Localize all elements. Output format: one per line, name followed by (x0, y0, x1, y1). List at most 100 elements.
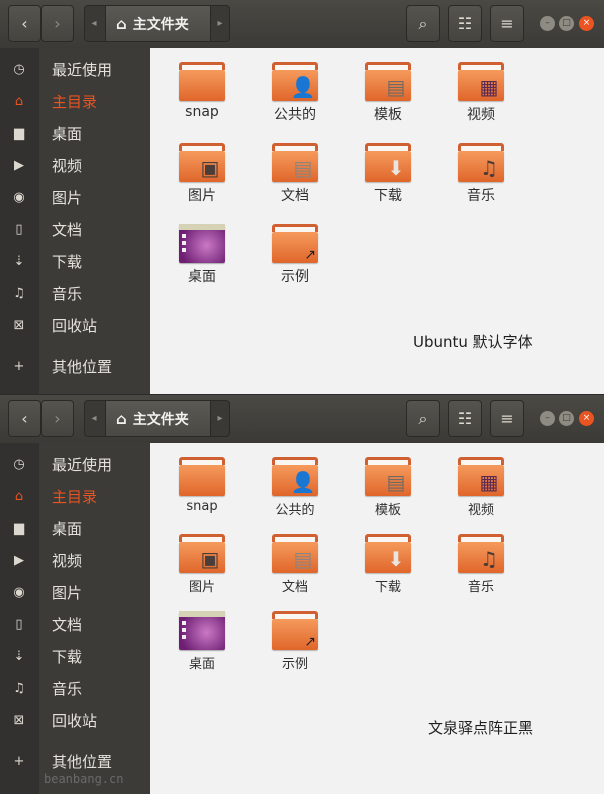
sidebar-item-recent[interactable]: ◷ 最近使用 (0, 53, 150, 85)
menu-button[interactable]: ≡ (490, 400, 524, 437)
view-toggle-button[interactable]: ☷ (448, 5, 482, 42)
folder-item-desktop[interactable]: 桌面 (157, 611, 247, 681)
sidebar-item-label: 桌面 (52, 125, 83, 143)
folder-item-music[interactable]: ♫ 音乐 (436, 143, 526, 213)
path-scroll-right-button[interactable]: ▸ (211, 6, 229, 41)
sidebar-item-label: 最近使用 (52, 61, 113, 79)
back-button[interactable]: ‹ (8, 400, 41, 437)
folder-item-desktop[interactable]: 桌面 (157, 224, 247, 294)
template-emblem-icon: ▤ (386, 75, 406, 99)
hamburger-menu-icon: ≡ (500, 14, 514, 33)
folder-item-examples[interactable]: ↗ 示例 (250, 224, 340, 294)
folder-item-pictures[interactable]: ▣ 图片 (157, 534, 247, 604)
sidebar: ◷ 最近使用 ⌂ 主目录 ▆ 桌面 ▶ 视频 ◉ 图片 ▯ 文档 ⇣ 下载 ♫ 音乐 ⊠ 回收站 … (0, 48, 150, 394)
film-emblem-icon: ▦ (479, 470, 499, 494)
folder-item-downloads[interactable]: ⬇ 下载 (343, 534, 433, 604)
watermark: beanbang.cn (44, 772, 124, 786)
sidebar-item-documents[interactable]: ▯ 文档 (0, 213, 150, 245)
sidebar-item-pictures[interactable]: ◉ 图片 (0, 181, 150, 213)
folder-item-pictures[interactable]: ▣ 图片 (157, 143, 247, 213)
folder-icon (179, 457, 225, 497)
folder-downloads-icon: ⬇ (365, 534, 411, 574)
folder-item-examples[interactable]: ↗ 示例 (250, 611, 340, 681)
folder-name: 桌面 (188, 269, 216, 285)
maximize-button[interactable]: □ (559, 16, 574, 31)
document-emblem-icon: ▤ (293, 156, 313, 180)
hamburger-menu-icon: ≡ (500, 409, 514, 428)
sidebar-item-trash[interactable]: ⊠ 回收站 (0, 704, 150, 736)
folder-item-snap[interactable]: snap (157, 457, 247, 527)
sidebar-item-downloads[interactable]: ⇣ 下载 (0, 245, 150, 277)
sidebar-item-home[interactable]: ⌂ 主目录 (0, 480, 150, 512)
sidebar-item-label: 主目录 (52, 488, 98, 506)
sidebar-item-documents[interactable]: ▯ 文档 (0, 608, 150, 640)
sidebar-item-downloads[interactable]: ⇣ 下载 (0, 640, 150, 672)
sidebar-item-other-locations[interactable]: + 其他位置 (0, 350, 150, 382)
home-icon: ⌂ (116, 409, 127, 428)
file-grid: snap 👤 公共的 ▤ 模板 ▦ 视频 ▣ 图片 ▤ 文档 ⬇ 下载 ♫ 音乐 桌面 ↗ 示例… (150, 443, 604, 794)
forward-button[interactable]: › (41, 400, 74, 437)
forward-button[interactable]: › (41, 5, 74, 42)
close-button[interactable]: × (579, 411, 594, 426)
sidebar-item-desktop[interactable]: ▆ 桌面 (0, 117, 150, 149)
search-button[interactable]: ⌕ (406, 400, 440, 437)
folder-item-videos[interactable]: ▦ 视频 (436, 457, 526, 527)
sidebar-item-trash[interactable]: ⊠ 回收站 (0, 309, 150, 341)
download-icon: ⇣ (13, 648, 25, 664)
folder-item-documents[interactable]: ▤ 文档 (250, 143, 340, 213)
sidebar-item-home[interactable]: ⌂ 主目录 (0, 85, 150, 117)
path-scroll-left-button[interactable]: ◂ (85, 401, 103, 436)
sidebar-item-label: 其他位置 (52, 358, 113, 376)
path-scroll-right-button[interactable]: ▸ (211, 401, 229, 436)
folder-name: 公共的 (275, 503, 315, 518)
path-label: 主文件夹 (132, 411, 189, 428)
sidebar-item-label: 主目录 (52, 93, 98, 111)
document-emblem-icon: ▤ (293, 547, 313, 571)
back-button[interactable]: ‹ (8, 5, 41, 42)
clock-icon: ◷ (13, 61, 25, 77)
search-button[interactable]: ⌕ (406, 5, 440, 42)
file-manager-window-ubuntu-font: ‹ › ◂ ⌂ 主文件夹 ▸ ⌕ ☷ ≡ – □ × ◷ 最近使用 ⌂ 主目录 ▆ 桌… (0, 0, 604, 394)
folder-name: 音乐 (467, 580, 494, 595)
list-view-icon: ☷ (457, 14, 473, 33)
maximize-icon: □ (562, 413, 571, 423)
folder-item-templates[interactable]: ▤ 模板 (343, 62, 433, 132)
folder-music-icon: ♫ (458, 143, 504, 183)
list-view-icon: ☷ (457, 409, 473, 428)
folder-item-downloads[interactable]: ⬇ 下载 (343, 143, 433, 213)
sidebar-item-label: 回收站 (52, 317, 98, 335)
maximize-button[interactable]: □ (559, 411, 574, 426)
sidebar-item-pictures[interactable]: ◉ 图片 (0, 576, 150, 608)
sidebar-item-label: 下载 (52, 253, 83, 271)
chevron-right-icon: ▸ (217, 413, 223, 424)
sidebar-item-videos[interactable]: ▶ 视频 (0, 149, 150, 181)
download-emblem-icon: ⬇ (387, 156, 405, 180)
close-button[interactable]: × (579, 16, 594, 31)
folder-name: 图片 (188, 188, 216, 204)
home-icon: ⌂ (116, 14, 127, 33)
sidebar-item-label: 音乐 (52, 680, 83, 698)
menu-button[interactable]: ≡ (490, 5, 524, 42)
folder-item-templates[interactable]: ▤ 模板 (343, 457, 433, 527)
sidebar-item-desktop[interactable]: ▆ 桌面 (0, 512, 150, 544)
sidebar-item-recent[interactable]: ◷ 最近使用 (0, 448, 150, 480)
minimize-button[interactable]: – (540, 411, 555, 426)
folder-item-documents[interactable]: ▤ 文档 (250, 534, 340, 604)
view-toggle-button[interactable]: ☷ (448, 400, 482, 437)
folder-item-snap[interactable]: snap (157, 62, 247, 132)
folder-item-videos[interactable]: ▦ 视频 (436, 62, 526, 132)
path-scroll-left-button[interactable]: ◂ (85, 6, 103, 41)
folder-item-public[interactable]: 👤 公共的 (250, 457, 340, 527)
folder-name: 示例 (281, 269, 309, 285)
sidebar-item-videos[interactable]: ▶ 视频 (0, 544, 150, 576)
video-camera-icon: ▶ (14, 552, 24, 568)
folder-item-public[interactable]: 👤 公共的 (250, 62, 340, 132)
folder-item-music[interactable]: ♫ 音乐 (436, 534, 526, 604)
sidebar-item-music[interactable]: ♫ 音乐 (0, 277, 150, 309)
minimize-button[interactable]: – (540, 16, 555, 31)
folder-name: 示例 (281, 657, 308, 672)
sidebar-item-label: 图片 (52, 584, 83, 602)
path-button-home[interactable]: ⌂ 主文件夹 (105, 6, 211, 41)
sidebar-item-music[interactable]: ♫ 音乐 (0, 672, 150, 704)
path-button-home[interactable]: ⌂ 主文件夹 (105, 401, 211, 436)
